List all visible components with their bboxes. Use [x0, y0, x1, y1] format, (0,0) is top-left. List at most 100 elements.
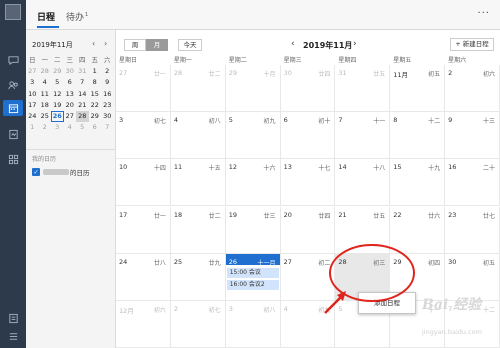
event-item[interactable]: 16:00 会议2 [226, 279, 279, 290]
mini-day[interactable]: 9 [101, 77, 114, 88]
document-icon[interactable] [6, 128, 20, 140]
day-cell[interactable]: 9 十三 [445, 112, 500, 160]
today-button[interactable]: 今天 [178, 39, 202, 51]
mini-day[interactable]: 28 [76, 110, 89, 123]
day-cell[interactable]: 4 初八 [170, 112, 226, 160]
mini-day[interactable]: 4 [64, 122, 77, 133]
day-cell[interactable]: 10 十四 [116, 159, 171, 207]
day-cell[interactable]: 15 十九 [390, 159, 446, 207]
prev-month-icon[interactable]: ‹ [291, 39, 295, 49]
day-cell[interactable]: 16 二十 [445, 159, 500, 207]
day-cell[interactable]: 18 廿二 [170, 206, 226, 254]
mini-day[interactable]: 23 [101, 100, 114, 111]
day-cell[interactable]: 30 廿四 [280, 65, 336, 113]
mini-day[interactable]: 21 [76, 100, 89, 111]
day-cell[interactable]: 11 十五 [170, 159, 226, 207]
mini-day[interactable]: 26 [51, 110, 64, 123]
day-cell[interactable]: 21 廿五 [335, 206, 391, 254]
mini-day[interactable]: 31 [76, 66, 89, 77]
mini-day[interactable]: 3 [51, 122, 64, 133]
day-cell[interactable]: 3 初七 [116, 112, 171, 160]
day-cell[interactable]: 29 十月 [225, 65, 281, 113]
mini-day[interactable]: 5 [51, 77, 64, 88]
tab-todo[interactable]: 待办1 [66, 10, 88, 23]
mini-day[interactable]: 6 [89, 122, 102, 133]
mini-day[interactable]: 8 [89, 77, 102, 88]
day-cell[interactable]: 2 初六 [445, 65, 500, 113]
day-cell[interactable]: 27 廿一 [116, 65, 171, 113]
day-cell[interactable]: 27 初二 [280, 253, 336, 301]
more-button[interactable]: ··· [477, 8, 490, 19]
mini-day[interactable]: 17 [26, 100, 39, 111]
day-cell[interactable]: 26 十一月 15:00 会议 16:00 会议2 [225, 253, 281, 301]
mini-day[interactable]: 7 [101, 122, 114, 133]
mini-day[interactable]: 6 [64, 77, 77, 88]
day-cell[interactable]: 6 初十 [280, 112, 336, 160]
day-cell[interactable]: 14 十八 [335, 159, 391, 207]
day-cell[interactable]: 17 廿一 [116, 206, 171, 254]
mini-day[interactable]: 14 [76, 89, 89, 100]
day-cell[interactable]: 20 廿四 [280, 206, 336, 254]
mini-day[interactable]: 24 [26, 111, 39, 122]
mini-day[interactable]: 30 [64, 66, 77, 77]
day-cell[interactable]: 4 初九 [280, 300, 336, 348]
mini-day[interactable]: 7 [76, 77, 89, 88]
mini-prev-icon[interactable]: ‹ [92, 39, 95, 48]
day-cell[interactable]: 12 十六 [225, 159, 281, 207]
day-cell[interactable]: 31 廿五 [335, 65, 391, 113]
mini-day[interactable]: 20 [64, 100, 77, 111]
mini-day[interactable]: 18 [39, 100, 52, 111]
avatar[interactable] [5, 4, 21, 20]
day-cell[interactable]: 13 十七 [280, 159, 336, 207]
mini-day[interactable]: 25 [39, 111, 52, 122]
apps-icon[interactable] [6, 153, 20, 165]
mini-day[interactable]: 3 [26, 77, 39, 88]
check-icon[interactable]: ✓ [32, 168, 40, 176]
mini-day[interactable]: 19 [51, 100, 64, 111]
menu-icon[interactable] [6, 330, 20, 342]
add-event-popup[interactable]: 添加日程 [358, 292, 416, 314]
month-view-button[interactable]: 月 [146, 39, 168, 51]
week-view-button[interactable]: 周 [124, 39, 146, 51]
chat-icon[interactable] [6, 54, 20, 66]
mini-day[interactable]: 11 [39, 89, 52, 100]
day-cell[interactable]: 3 初八 [225, 300, 281, 348]
calendar-item[interactable]: ✓ 的日历 [32, 167, 90, 177]
notes-icon[interactable] [6, 312, 20, 324]
mini-day[interactable]: 29 [51, 66, 64, 77]
day-cell[interactable]: 8 十二 [390, 112, 446, 160]
mini-day[interactable]: 1 [89, 66, 102, 77]
day-cell[interactable]: 11月 初五 [390, 65, 446, 113]
mini-day[interactable]: 10 [26, 89, 39, 100]
event-item[interactable]: 15:00 会议 [226, 267, 279, 278]
mini-day[interactable]: 22 [89, 100, 102, 111]
calendar-icon[interactable] [3, 100, 23, 116]
tab-schedule[interactable]: 日程 [37, 10, 55, 23]
mini-day[interactable]: 5 [76, 122, 89, 133]
day-cell[interactable]: 23 廿七 [445, 206, 500, 254]
mini-day[interactable]: 16 [101, 89, 114, 100]
day-cell[interactable]: 25 廿九 [170, 253, 226, 301]
mini-day[interactable]: 30 [101, 111, 114, 122]
contacts-icon[interactable] [6, 79, 20, 91]
mini-day[interactable]: 1 [26, 122, 39, 133]
day-cell[interactable]: 22 廿六 [390, 206, 446, 254]
day-cell[interactable]: 5 初九 [225, 112, 281, 160]
next-month-icon[interactable]: › [353, 39, 357, 49]
day-cell[interactable]: 28 廿二 [170, 65, 226, 113]
day-cell[interactable]: 7 十一 [335, 112, 391, 160]
mini-day[interactable]: 27 [64, 111, 77, 122]
mini-day[interactable]: 28 [39, 66, 52, 77]
mini-day[interactable]: 27 [26, 66, 39, 77]
mini-day[interactable]: 2 [101, 66, 114, 77]
day-cell[interactable]: 24 廿八 [116, 253, 171, 301]
mini-day[interactable]: 29 [89, 111, 102, 122]
day-cell[interactable]: 2 初七 [170, 300, 226, 348]
mini-day[interactable]: 13 [64, 89, 77, 100]
new-event-button[interactable]: + 新建日程 [450, 38, 494, 51]
day-cell[interactable]: 19 廿三 [225, 206, 281, 254]
mini-day[interactable]: 15 [89, 89, 102, 100]
day-cell[interactable]: 12月 初六 [116, 300, 171, 348]
mini-day[interactable]: 4 [39, 77, 52, 88]
mini-day[interactable]: 2 [39, 122, 52, 133]
